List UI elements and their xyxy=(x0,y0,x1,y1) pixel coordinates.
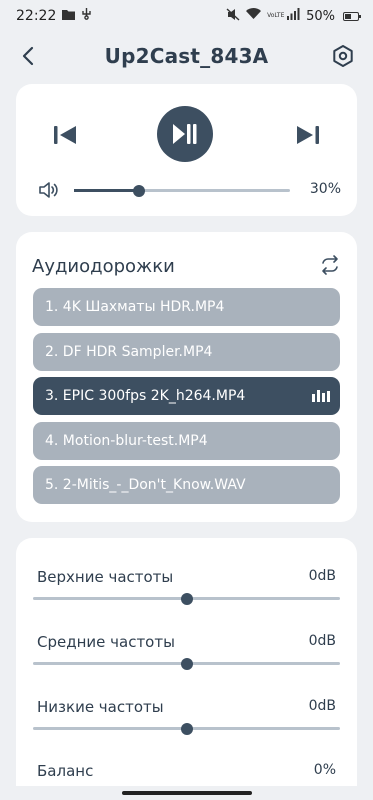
eq-row-bass: Низкие частоты 0dB xyxy=(16,698,357,758)
battery-fill xyxy=(345,13,351,19)
eq-label: Низкие частоты xyxy=(37,698,164,716)
volume-row: 30% xyxy=(16,178,357,202)
track-item[interactable]: 2. DF HDR Sampler.MP4 xyxy=(33,332,340,371)
mid-slider[interactable] xyxy=(33,657,340,670)
eq-label: Средние частоты xyxy=(37,633,175,651)
playback-controls xyxy=(16,106,357,164)
track-label: 5. 2-Mitis_-_Don't_Know.WAV xyxy=(45,477,246,493)
status-time: 22:22 xyxy=(16,8,57,24)
playlist-title: Аудиодорожки xyxy=(32,256,175,277)
header: Up2Cast_843A xyxy=(0,34,373,78)
skip-next-icon xyxy=(297,126,319,144)
settings-button[interactable] xyxy=(327,40,359,72)
eq-value: 0dB xyxy=(308,698,336,714)
repeat-button[interactable] xyxy=(319,254,341,276)
eq-row-mid: Средние частоты 0dB xyxy=(16,633,357,693)
eq-value: 0% xyxy=(313,762,336,778)
treble-slider-thumb[interactable] xyxy=(180,592,193,605)
now-playing-bars-icon xyxy=(312,390,330,402)
eq-value: 0dB xyxy=(308,568,336,584)
track-item[interactable]: 1. 4K Шахматы HDR.MP4 xyxy=(33,288,340,326)
track-label: 3. EPIC 300fps 2K_h264.MP4 xyxy=(45,388,246,404)
track-label: 4. Motion-blur-test.MP4 xyxy=(45,432,208,449)
eq-value: 0dB xyxy=(308,633,336,649)
eq-row-treble: Верхние частоты 0dB xyxy=(16,568,357,628)
repeat-icon xyxy=(322,255,338,275)
signal-icon xyxy=(287,8,300,24)
volume-slider-thumb[interactable] xyxy=(132,184,145,197)
track-item[interactable]: 5. 2-Mitis_-_Don't_Know.WAV xyxy=(33,466,340,504)
chevron-left-icon xyxy=(22,46,34,66)
track-list: 1. 4K Шахматы HDR.MP4 2. DF HDR Sampler.… xyxy=(33,288,340,511)
back-button[interactable] xyxy=(14,42,42,70)
bass-slider[interactable] xyxy=(33,722,340,735)
play-pause-button[interactable] xyxy=(157,106,213,162)
player-card: 30% xyxy=(16,84,357,216)
status-left: 22:22 xyxy=(16,8,92,24)
eq-label: Верхние частоты xyxy=(37,568,174,586)
mute-icon xyxy=(226,7,240,25)
volte-icon: VoLTE xyxy=(267,12,285,19)
volume-slider-fill xyxy=(74,189,139,192)
mid-slider-thumb[interactable] xyxy=(180,657,193,670)
wifi-icon xyxy=(246,8,262,24)
track-label: 2. DF HDR Sampler.MP4 xyxy=(45,343,213,360)
volume-slider[interactable] xyxy=(74,184,290,197)
volume-button[interactable] xyxy=(38,180,62,200)
bass-slider-thumb[interactable] xyxy=(180,722,193,735)
skip-previous-icon xyxy=(54,126,76,144)
battery-icon xyxy=(343,11,361,21)
settings-hexagon-icon xyxy=(333,45,353,67)
eq-label: Баланс xyxy=(37,762,94,780)
play-pause-icon xyxy=(173,124,197,144)
home-gesture-handle[interactable] xyxy=(122,791,252,795)
track-item-active[interactable]: 3. EPIC 300fps 2K_h264.MP4 xyxy=(33,377,340,415)
status-right: VoLTE 50% xyxy=(226,7,361,25)
treble-slider[interactable] xyxy=(33,592,340,605)
usb-debug-icon xyxy=(81,8,92,24)
previous-track-button[interactable] xyxy=(50,121,82,149)
equalizer-card: Верхние частоты 0dB Средние частоты 0dB … xyxy=(16,538,357,800)
speaker-icon xyxy=(39,182,58,198)
track-item[interactable]: 4. Motion-blur-test.MP4 xyxy=(33,421,340,460)
playlist-card: Аудиодорожки 1. 4K Шахматы HDR.MP4 2. DF… xyxy=(16,232,357,522)
next-track-button[interactable] xyxy=(291,121,323,149)
status-bar: 22:22 VoLTE 50% xyxy=(0,0,373,32)
page-title: Up2Cast_843A xyxy=(104,44,269,68)
volume-value: 30% xyxy=(309,181,341,197)
battery-text: 50% xyxy=(306,8,335,24)
track-label: 1. 4K Шахматы HDR.MP4 xyxy=(45,299,225,315)
folder-icon xyxy=(62,9,76,24)
